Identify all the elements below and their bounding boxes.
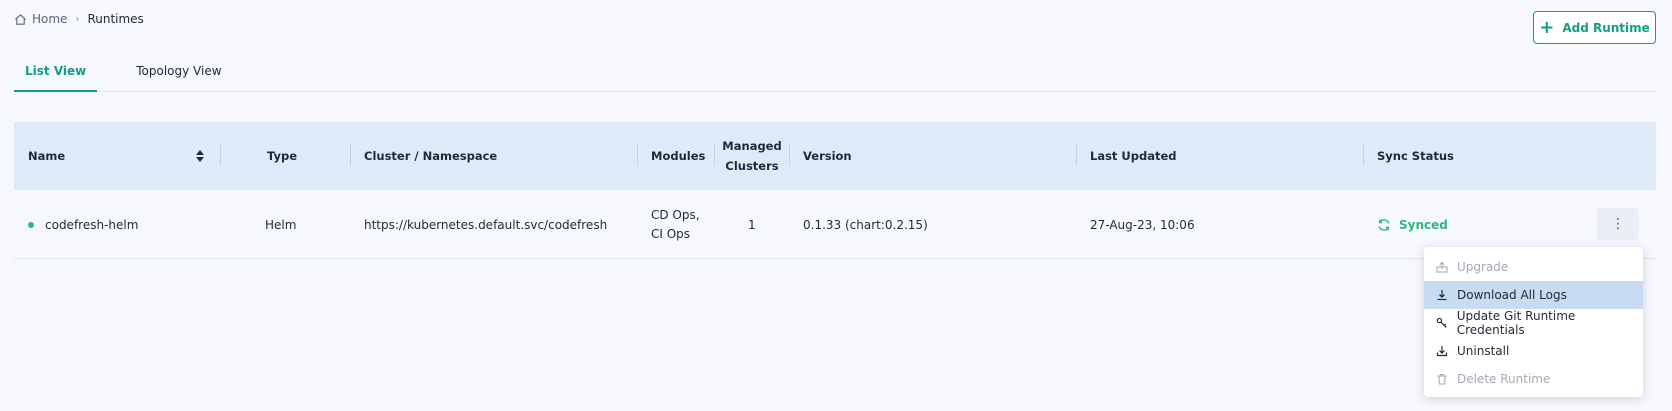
runtime-cluster: https://kubernetes.default.svc/codefresh <box>364 217 608 232</box>
download-icon <box>1437 290 1447 301</box>
sort-icon[interactable] <box>195 149 205 163</box>
runtime-last-updated: 27-Aug-23, 10:06 <box>1090 217 1195 232</box>
runtime-type: Helm <box>265 217 297 232</box>
uninstall-icon <box>1436 346 1448 357</box>
runtime-modules: CD Ops, CI Ops <box>651 190 700 259</box>
runtime-status-dot <box>28 222 34 228</box>
runtime-managed-clusters: 1 <box>748 217 756 232</box>
runtime-name[interactable]: codefresh-helm <box>45 190 138 259</box>
table-row[interactable]: codefresh-helm Helm https://kubernetes.d… <box>14 190 1656 259</box>
home-icon <box>15 13 26 25</box>
tab-topology-view[interactable]: Topology View <box>125 56 232 92</box>
column-divider <box>220 144 221 166</box>
plus-icon: + <box>1539 16 1555 38</box>
table-header: Name Type Cluster / Namespace Modules Ma… <box>14 122 1656 190</box>
menu-item-upgrade[interactable]: Upgrade <box>1424 253 1643 281</box>
add-runtime-label: Add Runtime <box>1562 20 1650 35</box>
menu-item-label: Upgrade <box>1457 260 1509 274</box>
menu-item-label: Delete Runtime <box>1457 372 1551 386</box>
column-header-sync-status: Sync Status <box>1377 149 1454 163</box>
menu-item-label: Update Git Runtime Credentials <box>1456 309 1576 337</box>
menu-item-delete-runtime[interactable]: Delete Runtime <box>1424 365 1643 393</box>
column-divider <box>789 144 790 166</box>
column-divider <box>637 144 638 166</box>
column-header-type: Type <box>267 149 298 163</box>
runtime-version: 0.1.33 (chart:0.2.15) <box>803 217 928 232</box>
column-header-cluster: Cluster / Namespace <box>364 149 498 163</box>
managed-clusters-line2: Clusters <box>725 159 779 173</box>
column-header-version: Version <box>803 149 852 163</box>
sync-icon <box>1378 218 1390 231</box>
row-actions-menu: Upgrade Download All Logs Update Git Run… <box>1424 247 1643 397</box>
column-divider <box>350 144 351 166</box>
trash-icon <box>1437 373 1447 385</box>
upgrade-icon <box>1436 261 1448 273</box>
menu-item-download-all-logs[interactable]: Download All Logs <box>1424 281 1643 309</box>
menu-item-label: Download All Logs <box>1457 288 1567 302</box>
kebab-menu-icon: ⋮ <box>1611 216 1625 232</box>
menu-item-uninstall[interactable]: Uninstall <box>1424 337 1643 365</box>
column-header-managed-clusters: Managed Clusters <box>722 122 781 190</box>
column-divider <box>1076 144 1077 166</box>
key-icon <box>1436 317 1447 328</box>
add-runtime-button[interactable]: + Add Runtime <box>1533 11 1656 44</box>
breadcrumb-home-label: Home <box>32 12 68 26</box>
column-divider <box>714 144 715 166</box>
row-actions-button[interactable]: ⋮ <box>1597 208 1639 240</box>
column-header-modules: Modules <box>651 149 706 163</box>
breadcrumb: Home › Runtimes <box>14 12 144 26</box>
sync-status-label: Synced <box>1399 217 1448 232</box>
column-header-last-updated: Last Updated <box>1090 149 1177 163</box>
runtime-modules-line2: CI Ops <box>651 226 691 241</box>
column-header-name[interactable]: Name <box>28 122 65 190</box>
runtime-modules-line1: CD Ops, <box>651 207 700 222</box>
menu-item-update-git-runtime-credentials[interactable]: Update Git Runtime Credentials <box>1424 309 1643 337</box>
breadcrumb-home-link[interactable]: Home <box>14 12 67 26</box>
breadcrumb-separator: › <box>75 13 80 25</box>
tab-list-view[interactable]: List View <box>14 56 98 92</box>
breadcrumb-current: Runtimes <box>87 12 144 26</box>
view-tabs: List View Topology View <box>14 56 1656 92</box>
column-divider <box>1363 144 1364 166</box>
menu-item-label: Uninstall <box>1457 344 1510 358</box>
managed-clusters-line1: Managed <box>722 139 782 153</box>
